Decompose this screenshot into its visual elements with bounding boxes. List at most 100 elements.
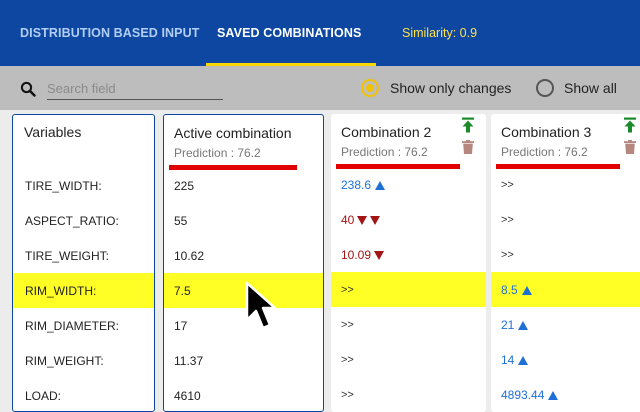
combination-cell: 10.09: [331, 247, 385, 262]
combination-3-title: Combination 3: [501, 124, 592, 140]
tab-distribution-based-input[interactable]: DISTRIBUTION BASED INPUT: [20, 26, 200, 40]
value-row: 11.37: [164, 343, 323, 378]
pin-to-top-icon[interactable]: [623, 117, 637, 133]
variable-name: LOAD:: [25, 388, 62, 403]
variables-title: Variables: [24, 124, 82, 140]
search-input[interactable]: [47, 78, 223, 100]
combination-value: >>: [501, 178, 514, 191]
combination-cell: 21: [491, 317, 529, 332]
value-cell: 10.62: [174, 248, 205, 263]
variable-row: LOAD:: [13, 378, 154, 411]
combination-value: >>: [341, 353, 354, 366]
value-cell: 11.37: [174, 353, 204, 368]
combination-cell: >>: [331, 284, 354, 296]
value-cell: 7.5: [174, 283, 191, 298]
tab-saved-combinations[interactable]: SAVED COMBINATIONS: [217, 26, 361, 40]
combination-cell: >>: [491, 214, 514, 226]
prediction-label: Prediction : 76.2: [501, 145, 588, 159]
combination-row-highlighted: 8.5: [491, 272, 640, 307]
trash-icon[interactable]: [624, 140, 636, 154]
combination-row: 10.09: [331, 237, 486, 272]
variable-name: ASPECT_RATIO:: [25, 213, 119, 228]
variables-column: Variables TIRE_WIDTH: ASPECT_RATIO: TIRE…: [12, 114, 155, 412]
combination-value: >>: [501, 213, 514, 226]
variable-row: RIM_WEIGHT:: [13, 343, 154, 378]
combination-row: 14: [491, 342, 640, 377]
combination-cell: 14: [491, 353, 529, 367]
combination-cell: 238.6: [331, 177, 386, 192]
value-cell: 225: [174, 178, 195, 193]
combination-value: >>: [341, 388, 354, 401]
value-cell: 17: [174, 318, 188, 333]
variable-name: TIRE_WEIGHT:: [25, 248, 110, 263]
combination-row: 21: [491, 307, 640, 342]
show-all-label[interactable]: Show all: [564, 80, 617, 96]
variable-row: TIRE_WIDTH:: [13, 168, 154, 203]
decrease-arrow-icon: [374, 250, 385, 260]
value-row: 10.62: [164, 238, 323, 273]
increase-arrow-icon: [548, 390, 559, 400]
decrease-arrow-icon: [370, 215, 381, 225]
pin-to-top-icon[interactable]: [461, 117, 475, 133]
combination-value: >>: [341, 283, 354, 296]
increase-arrow-icon: [518, 355, 529, 365]
combination-row: >>: [491, 167, 640, 202]
combination-row: >>: [331, 342, 486, 377]
combination-value: >>: [341, 318, 354, 331]
combination-row: >>: [331, 377, 486, 412]
value-row: 225: [164, 168, 323, 203]
active-combination-column[interactable]: Active combination Prediction : 76.2 225…: [163, 114, 324, 412]
combination-cell: 4893.44: [491, 387, 559, 402]
value-cell: 55: [174, 213, 188, 228]
prediction-label: Prediction : 76.2: [341, 145, 428, 159]
combination-row-highlighted: >>: [331, 272, 486, 307]
combination-3-column[interactable]: Combination 3 Prediction : 76.2 >> >> >>…: [491, 114, 640, 412]
combination-row: 238.6: [331, 167, 486, 202]
combination-value: 40: [341, 212, 355, 227]
combination-2-column[interactable]: Combination 2 Prediction : 76.2 238.6 40…: [331, 114, 486, 412]
top-tab-bar: DISTRIBUTION BASED INPUT SAVED COMBINATI…: [0, 0, 640, 66]
show-all-radio[interactable]: [536, 79, 554, 97]
combination-row: >>: [331, 307, 486, 342]
combination-value: 8.5: [501, 282, 518, 297]
combination-cell: >>: [331, 319, 354, 331]
increase-arrow-icon: [375, 180, 386, 190]
combination-value: 21: [501, 317, 515, 332]
search-icon: [20, 81, 36, 97]
combination-row: >>: [491, 202, 640, 237]
variable-name: RIM_DIAMETER:: [25, 318, 120, 333]
trash-icon[interactable]: [462, 140, 474, 154]
combination-cell: >>: [491, 179, 514, 191]
similarity-label: Similarity: 0.9: [402, 26, 478, 40]
increase-arrow-icon: [518, 320, 529, 330]
variable-row: ASPECT_RATIO:: [13, 203, 154, 238]
combination-2-title: Combination 2: [341, 124, 432, 140]
combination-cell: 40: [331, 212, 381, 227]
variable-name: RIM_WIDTH:: [25, 283, 97, 298]
combination-cell: >>: [331, 354, 354, 366]
combination-value: >>: [501, 248, 514, 261]
combination-row: 4893.44: [491, 377, 640, 412]
options-bar: Show only changes Show all: [0, 66, 640, 110]
variable-row-highlighted: RIM_WIDTH:: [13, 273, 154, 308]
combination-cell: >>: [491, 249, 514, 261]
value-row: 4610: [164, 378, 323, 411]
prediction-label: Prediction : 76.2: [174, 146, 261, 160]
combination-cell: 8.5: [491, 283, 532, 297]
variable-row: TIRE_WEIGHT:: [13, 238, 154, 273]
show-only-changes-label[interactable]: Show only changes: [390, 80, 511, 96]
show-only-changes-radio[interactable]: [361, 79, 379, 97]
active-combination-title: Active combination: [174, 125, 292, 141]
combination-row: >>: [491, 237, 640, 272]
variable-name: RIM_WEIGHT:: [25, 353, 104, 368]
variable-row: RIM_DIAMETER:: [13, 308, 154, 343]
combination-value: 4893.44: [501, 387, 545, 402]
combination-value: 10.09: [341, 247, 372, 262]
combination-value: 238.6: [341, 177, 372, 192]
value-row: 55: [164, 203, 323, 238]
variable-name: TIRE_WIDTH:: [25, 178, 102, 193]
decrease-arrow-icon: [357, 215, 368, 225]
increase-arrow-icon: [521, 285, 532, 295]
combination-cell: >>: [331, 389, 354, 401]
value-cell: 4610: [174, 388, 201, 403]
